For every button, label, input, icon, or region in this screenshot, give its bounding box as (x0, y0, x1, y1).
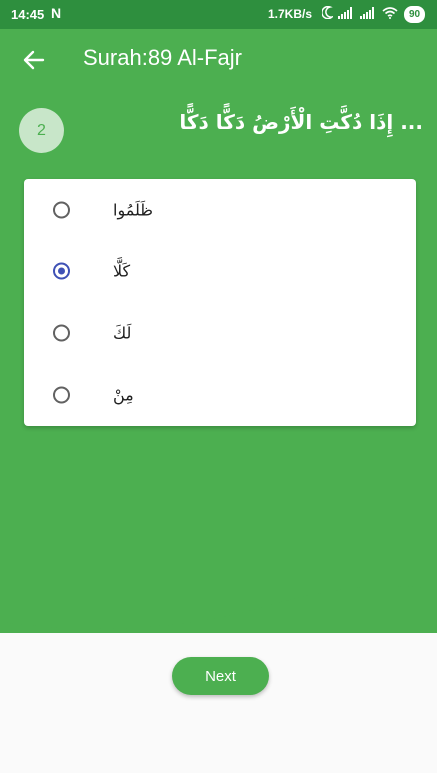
option-row[interactable]: كَلَّا (24, 247, 416, 295)
question-number-badge: 2 (19, 108, 64, 153)
battery-icon: 90 (404, 6, 426, 23)
signal-icon (360, 6, 374, 19)
option-label: لَكَ (113, 323, 132, 343)
back-button[interactable] (18, 44, 50, 76)
arrow-left-icon (23, 50, 45, 70)
status-icons (322, 6, 398, 19)
wifi-icon (382, 6, 398, 19)
network-speed: 1.7KB/s (268, 7, 313, 21)
options-card: ظَلَمُوا كَلَّا لَكَ مِنْ (24, 179, 416, 426)
notification-icon: N (51, 5, 62, 21)
radio-button-selected[interactable] (53, 262, 70, 280)
page-title: Surah:89 Al-Fajr (83, 45, 242, 70)
moon-icon (322, 6, 333, 19)
radio-button[interactable] (53, 324, 70, 342)
option-label: كَلَّا (113, 261, 131, 281)
radio-button[interactable] (53, 201, 70, 219)
option-row[interactable]: مِنْ (24, 371, 416, 419)
question-text: ... إِذَا دُكَّتِ الْأَرْضُ دَكًّا دَكًّ… (179, 110, 423, 134)
option-label: مِنْ (113, 385, 134, 405)
status-bar: 14:45 N 1.7KB/s 90 (0, 0, 437, 29)
radio-button[interactable] (53, 386, 70, 404)
option-row[interactable]: لَكَ (24, 309, 416, 357)
wave-divider (0, 560, 437, 629)
status-time: 14:45 (11, 7, 45, 22)
signal-icon (338, 6, 352, 19)
option-label: ظَلَمُوا (113, 200, 153, 220)
next-button[interactable]: Next (172, 657, 269, 695)
option-row[interactable]: ظَلَمُوا (24, 186, 416, 234)
